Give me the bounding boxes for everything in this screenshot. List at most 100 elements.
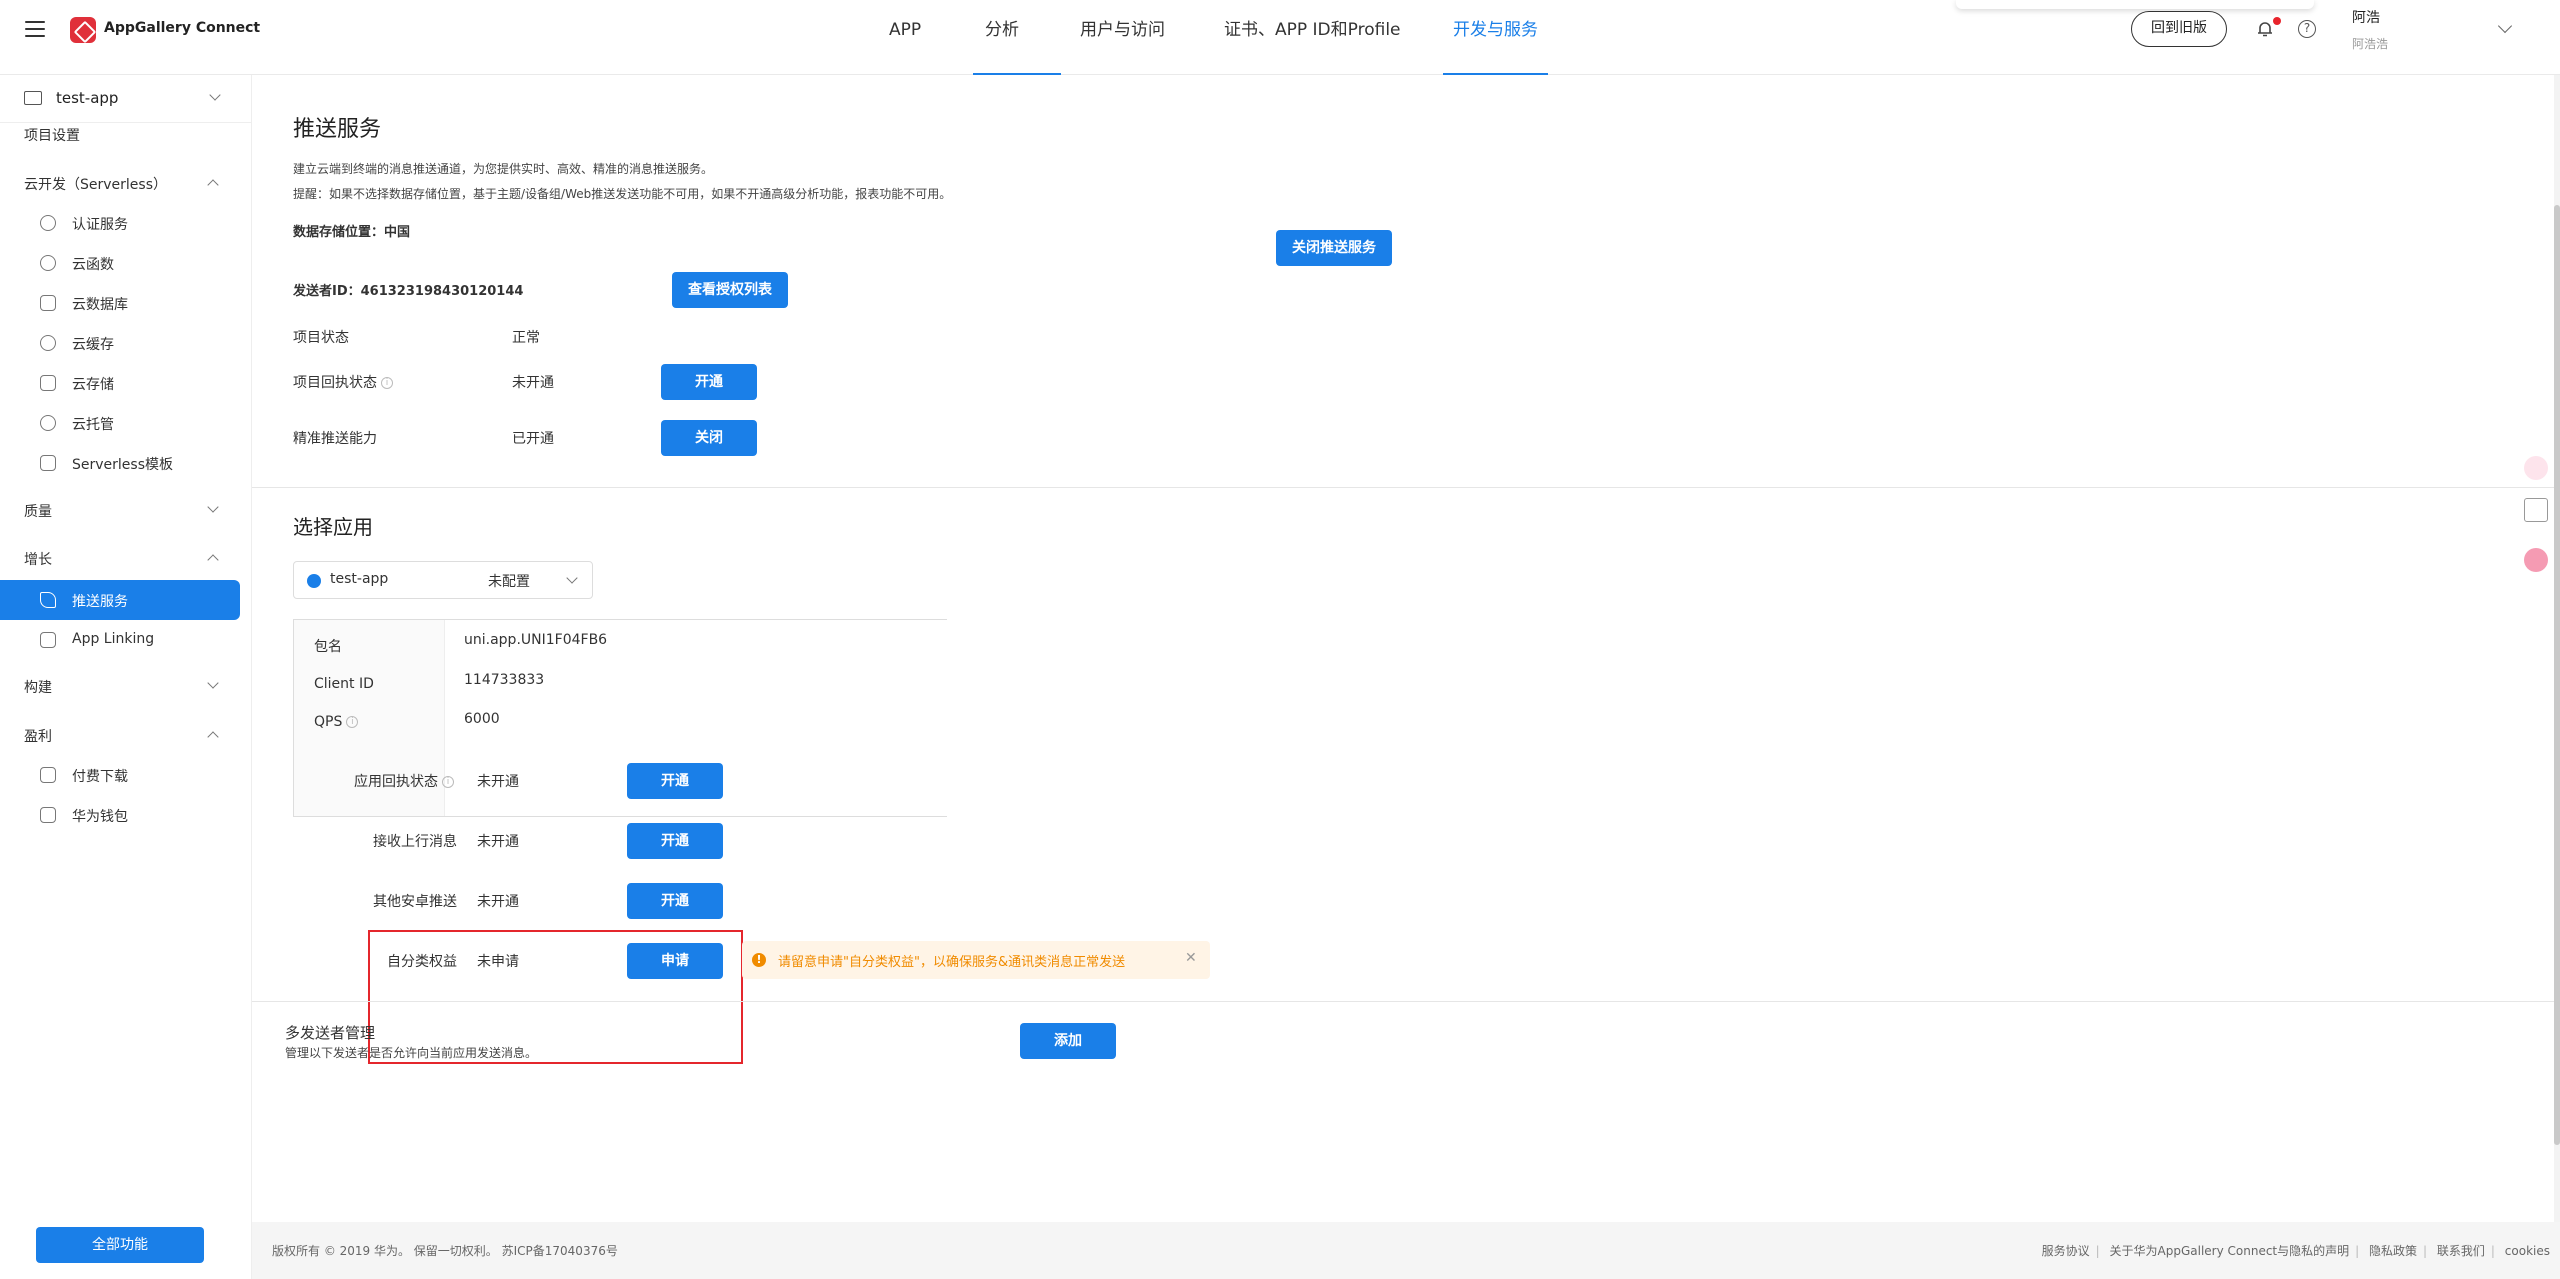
qr-code-icon[interactable]	[2524, 498, 2548, 522]
apply-self-classification-button[interactable]: 申请	[627, 943, 723, 979]
nav-certificates[interactable]: 证书、APP ID和Profile	[1224, 0, 1401, 75]
project-status-value: 正常	[512, 330, 540, 346]
warning-icon: !	[752, 953, 766, 967]
scrollbar-thumb[interactable]	[2554, 205, 2560, 1145]
close-push-button[interactable]: 关闭推送服务	[1276, 230, 1392, 266]
enable-upstream-button[interactable]: 开通	[627, 823, 723, 859]
sidebar-item-cloud-db[interactable]: 云数据库	[0, 283, 240, 323]
multi-sender-title: 多发送者管理	[285, 1024, 376, 1042]
bell-icon[interactable]	[2256, 20, 2274, 38]
sidebar-item-push[interactable]: 推送服务	[0, 580, 240, 620]
top-bar: AppGallery Connect APP 分析 用户与访问 证书、APP I…	[0, 0, 2560, 75]
footer-link-terms[interactable]: 服务协议	[2042, 1244, 2090, 1258]
sidebar-item-auth[interactable]: 认证服务	[0, 203, 240, 243]
sidebar-item-label: 云缓存	[72, 337, 114, 353]
floating-tools	[2518, 456, 2554, 586]
disable-precise-push-button[interactable]: 关闭	[661, 420, 757, 456]
footer-link-contact[interactable]: 联系我们	[2437, 1244, 2485, 1258]
package-label: 包名	[314, 639, 342, 655]
precise-push-value: 已开通	[512, 431, 554, 447]
sidebar-item-serverless-template[interactable]: Serverless模板	[0, 443, 240, 483]
sidebar-item-label: 云函数	[72, 257, 114, 273]
assistant-icon[interactable]	[2524, 548, 2548, 572]
footer-link-privacy-statement[interactable]: 关于华为AppGallery Connect与隐私的声明	[2110, 1244, 2350, 1258]
all-features-button[interactable]: 全部功能	[36, 1227, 204, 1263]
nav-users-access[interactable]: 用户与访问	[1080, 0, 1165, 75]
brand-name: AppGallery Connect	[104, 20, 261, 36]
section-divider	[252, 487, 2554, 488]
enable-app-receipt-button[interactable]: 开通	[627, 763, 723, 799]
user-name[interactable]: 阿浩	[2352, 7, 2380, 27]
footer: 版权所有 © 2019 华为。 保留一切权利。 苏ICP备17040376号 服…	[252, 1222, 2560, 1279]
chevron-down-icon	[209, 89, 221, 101]
nav-dev-services[interactable]: 开发与服务	[1443, 0, 1548, 75]
enable-project-receipt-button[interactable]: 开通	[661, 364, 757, 400]
help-icon[interactable]: ?	[2298, 20, 2316, 38]
close-icon[interactable]: ✕	[1185, 950, 1197, 966]
chevron-up-icon[interactable]	[207, 731, 219, 743]
cache-icon	[40, 335, 56, 351]
sidebar-item-label: Serverless模板	[72, 457, 174, 473]
project-receipt-value: 未开通	[512, 375, 554, 391]
sidebar-item-cloud-cache[interactable]: 云缓存	[0, 323, 240, 363]
storage-location: 数据存储位置：中国	[293, 225, 411, 240]
sender-id: 发送者ID：461323198430120144	[293, 284, 524, 299]
select-app-title: 选择应用	[293, 515, 373, 539]
multi-sender-desc: 管理以下发送者是否允许向当前应用发送消息。	[285, 1046, 538, 1060]
project-selector[interactable]: test-app	[0, 75, 252, 123]
other-android-push-label: 其他安卓推送	[373, 894, 457, 910]
precise-push-label: 精准推送能力	[293, 431, 377, 447]
sidebar-item-app-linking[interactable]: App Linking	[0, 620, 240, 660]
receipt-icon	[40, 767, 56, 783]
warning-notice: ! 请留意申请"自分类权益"，以确保服务&通讯类消息正常发送 ✕	[742, 941, 1210, 979]
sidebar-group-build[interactable]: 构建	[24, 677, 52, 697]
sidebar-group-serverless[interactable]: 云开发（Serverless）	[24, 174, 167, 194]
chevron-down-icon[interactable]	[2497, 18, 2513, 34]
view-auth-list-button[interactable]: 查看授权列表	[672, 272, 788, 308]
info-icon[interactable]: i	[346, 716, 359, 728]
page-title: 推送服务	[293, 117, 382, 142]
sidebar-group-quality[interactable]: 质量	[24, 501, 52, 521]
sidebar-group-earn[interactable]: 盈利	[24, 726, 52, 746]
shield-check-icon	[40, 215, 56, 231]
self-classification-label: 自分类权益	[387, 954, 457, 970]
package-value: uni.app.UNI1F04FB6	[464, 632, 608, 648]
sidebar-item-label: 华为钱包	[72, 809, 128, 825]
sidebar-group-growth[interactable]: 增长	[24, 549, 52, 569]
sidebar-item-huawei-wallet[interactable]: 华为钱包	[0, 795, 240, 835]
sidebar-item-cloud-functions[interactable]: 云函数	[0, 243, 240, 283]
add-sender-button[interactable]: 添加	[1020, 1023, 1116, 1059]
footer-link-cookies[interactable]: cookies	[2505, 1244, 2550, 1258]
section-divider	[252, 1001, 2554, 1002]
app-receipt-value: 未开通	[477, 774, 519, 790]
old-version-button[interactable]: 回到旧版	[2131, 11, 2227, 47]
menu-icon[interactable]	[25, 21, 45, 37]
gift-icon[interactable]	[2524, 456, 2548, 480]
cloud-function-icon	[40, 255, 56, 271]
app-receipt-label: 应用回执状态 i	[354, 771, 454, 791]
nav-app[interactable]: APP	[889, 0, 921, 75]
template-icon	[40, 455, 56, 471]
other-android-push-value: 未开通	[477, 894, 519, 910]
chevron-down-icon[interactable]	[207, 677, 219, 689]
enable-other-android-button[interactable]: 开通	[627, 883, 723, 919]
footer-link-privacy-policy[interactable]: 隐私政策	[2369, 1244, 2417, 1258]
chevron-down-icon[interactable]	[207, 501, 219, 513]
project-status-label: 项目状态	[293, 330, 349, 346]
sidebar-item-paid-download[interactable]: 付费下载	[0, 755, 240, 795]
folder-icon	[24, 91, 42, 105]
client-id-label: Client ID	[314, 676, 374, 692]
info-icon[interactable]: i	[442, 776, 454, 788]
app-select-dropdown[interactable]: test-app 未配置	[293, 561, 593, 599]
sidebar-item-cloud-hosting[interactable]: 云托管	[0, 403, 240, 443]
upstream-message-value: 未开通	[477, 834, 519, 850]
chevron-up-icon[interactable]	[207, 554, 219, 566]
sidebar-project-settings[interactable]: 项目设置	[24, 125, 80, 145]
chevron-up-icon[interactable]	[207, 179, 219, 191]
user-subtitle: 阿浩浩	[2352, 37, 2389, 51]
nav-analytics[interactable]: 分析	[973, 0, 1061, 75]
push-reminder: 提醒：如果不选择数据存储位置，基于主题/设备组/Web推送发送功能不可用，如果不…	[293, 187, 952, 201]
project-name: test-app	[56, 89, 119, 107]
sidebar-item-cloud-storage[interactable]: 云存储	[0, 363, 240, 403]
info-icon[interactable]: i	[381, 377, 393, 389]
